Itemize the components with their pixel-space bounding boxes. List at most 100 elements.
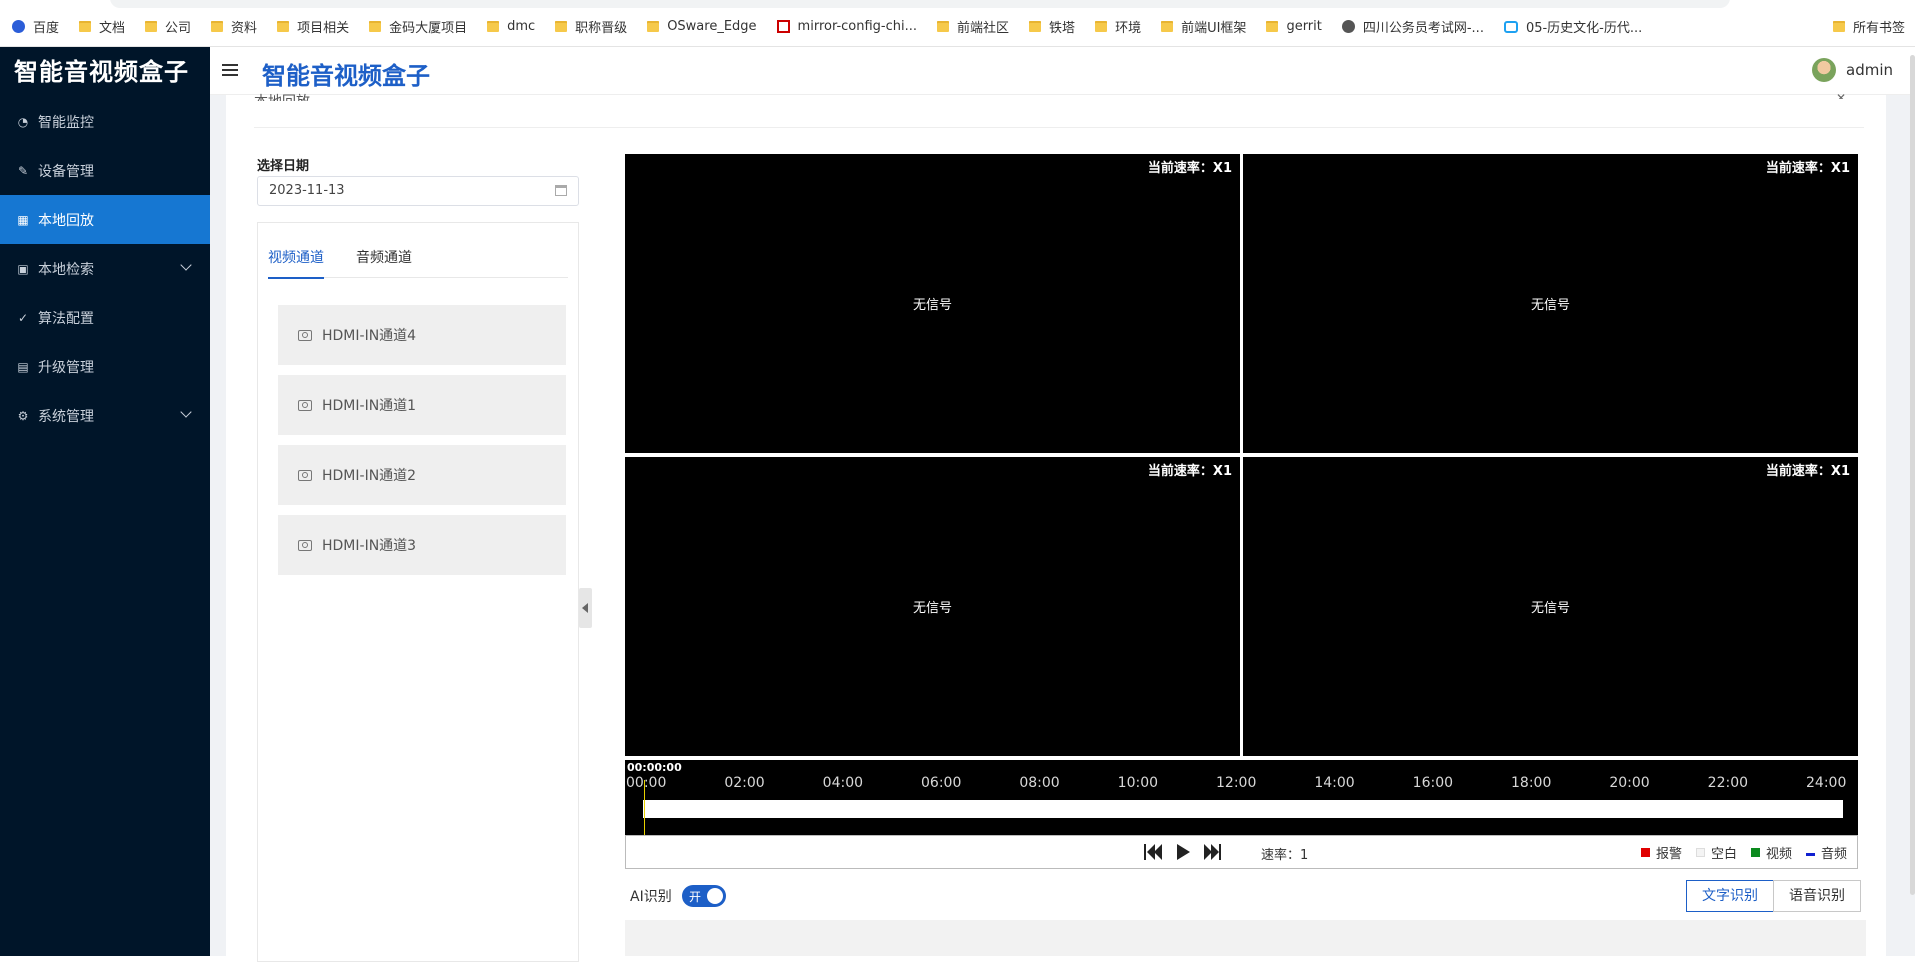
bookmark-item[interactable]: 05-历史文化-历代... xyxy=(1503,17,1643,36)
sidebar-item[interactable]: ✎ 设备管理 xyxy=(0,146,210,195)
playback-speed: 当前速率：X1 xyxy=(1765,161,1850,176)
channel-item[interactable]: HDMI-IN通道4 xyxy=(278,305,566,365)
bookmark-item[interactable]: 百度 xyxy=(12,17,59,36)
timeline-cursor[interactable] xyxy=(644,780,645,835)
video-player[interactable]: 当前速率：X1 无信号 xyxy=(625,457,1240,756)
folder-icon xyxy=(647,21,660,32)
channel-label: HDMI-IN通道1 xyxy=(322,398,417,414)
channel-tabs: 视频通道 音频通道 xyxy=(268,247,568,279)
timeline-track[interactable] xyxy=(643,800,1843,818)
rewind-button[interactable] xyxy=(1144,844,1164,860)
bookmark-item[interactable]: 前端社区 xyxy=(937,17,1009,36)
no-signal-text: 无信号 xyxy=(912,298,952,313)
playback-timeline[interactable]: 00:00:00 00:00 02:00 04:00 06:00 08:00 10:00 1… xyxy=(625,760,1858,835)
ai-recognition-switch[interactable]: 开 xyxy=(682,885,726,907)
legend-swatch xyxy=(1640,848,1650,857)
bookmark-label: 环境 xyxy=(1115,21,1142,36)
all-bookmarks-label: 所有书签 xyxy=(1852,21,1905,36)
rate-label: 速率： xyxy=(1261,848,1301,863)
timeline-legend: 报警 空白 视频 音频 xyxy=(1627,843,1847,862)
tab-audio-channels[interactable]: 音频通道 xyxy=(356,247,412,277)
folder-icon xyxy=(555,21,568,32)
page-scrollbar[interactable] xyxy=(1910,55,1915,895)
timeline-tick-label: 16:00 xyxy=(1412,775,1454,791)
timeline-tick-label: 14:00 xyxy=(1314,775,1355,791)
bookmark-label: 05-历史文化-历代... xyxy=(1525,21,1643,36)
bookmark-item[interactable]: mirror-config-chi... xyxy=(776,19,918,34)
sidebar-item[interactable]: ⚙ 系统管理 xyxy=(0,391,210,440)
channel-item[interactable]: HDMI-IN通道1 xyxy=(278,375,566,435)
check-circle-icon: ✓ xyxy=(17,310,29,325)
tv-icon xyxy=(1503,20,1518,33)
legend-item: 音频 xyxy=(1805,843,1847,862)
bookmark-label: 公司 xyxy=(165,21,192,36)
timeline-tick-label: 18:00 xyxy=(1511,775,1552,791)
bookmark-item[interactable]: 文档 xyxy=(79,17,125,36)
bookmark-label: 职称晋级 xyxy=(575,21,628,36)
sidebar-item-label: 算法配置 xyxy=(38,310,94,327)
text-recognition-button[interactable]: 文字识别 xyxy=(1686,880,1774,912)
rate-value: 1 xyxy=(1300,848,1309,863)
table-icon: ▦ xyxy=(17,212,29,227)
bookmark-item[interactable]: dmc xyxy=(487,19,535,34)
sidebar-item[interactable]: ◔ 智能监控 xyxy=(0,97,210,146)
playback-controls: 速率：1 报警 空白 视频 音频 xyxy=(625,835,1858,869)
date-picker-input[interactable]: 2023-11-13 xyxy=(257,176,579,206)
bookmark-item[interactable]: 项目相关 xyxy=(277,17,349,36)
bookmark-item[interactable]: OSware_Edge xyxy=(647,19,757,34)
date-label: 选择日期 xyxy=(257,159,310,174)
channel-item[interactable]: HDMI-IN通道2 xyxy=(278,445,566,505)
bookmark-label: mirror-config-chi... xyxy=(797,19,918,34)
sidebar-item[interactable]: ▣ 本地检索 xyxy=(0,244,210,293)
bookmark-item[interactable]: 金码大厦项目 xyxy=(369,17,467,36)
gear-icon: ⚙ xyxy=(17,408,29,423)
video-player[interactable]: 当前速率：X1 无信号 xyxy=(1243,154,1858,453)
calendar-icon xyxy=(555,185,567,196)
no-signal-text: 无信号 xyxy=(1530,601,1570,616)
bookmark-item[interactable]: 职称晋级 xyxy=(555,17,627,36)
menu-fold-icon[interactable] xyxy=(222,64,238,78)
sidebar-item[interactable]: ▦ 本地回放 xyxy=(0,195,210,244)
card-close-icon[interactable]: ✕ xyxy=(1836,91,1846,99)
bookmark-item[interactable]: 环境 xyxy=(1095,17,1141,36)
timeline-tick-label: 02:00 xyxy=(724,775,765,791)
sidebar-item[interactable]: ▤ 升级管理 xyxy=(0,342,210,391)
channel-panel: 视频通道 音频通道 HDMI-IN通道4 HDMI-IN通道1 HDMI-IN通… xyxy=(257,222,579,962)
bookmark-item[interactable]: 四川公务员考试网-... xyxy=(1341,17,1484,36)
panel-collapse-handle[interactable] xyxy=(579,588,592,628)
bookmark-label: 文档 xyxy=(99,21,126,36)
bookmark-label: 四川公务员考试网-... xyxy=(1362,21,1484,36)
speech-recognition-button[interactable]: 语音识别 xyxy=(1773,880,1861,912)
bookmark-label: 百度 xyxy=(33,21,60,36)
bookmark-item[interactable]: gerrit xyxy=(1266,19,1322,34)
bookmark-item[interactable]: 铁塔 xyxy=(1029,17,1075,36)
bookmark-item[interactable]: 公司 xyxy=(145,17,191,36)
legend-item: 视频 xyxy=(1750,843,1792,862)
avatar xyxy=(1812,58,1836,82)
app-logo: 智能音视频盒子 xyxy=(14,58,189,86)
folder-icon xyxy=(369,21,382,32)
paw-icon xyxy=(12,20,25,33)
bookmark-item[interactable]: 资料 xyxy=(211,17,257,36)
folder-icon xyxy=(937,21,950,32)
folder-icon xyxy=(1832,21,1845,32)
legend-swatch xyxy=(1805,853,1815,856)
page-title: 智能音视频盒子 xyxy=(262,62,430,90)
fast-forward-button[interactable] xyxy=(1204,844,1224,860)
bookmark-item[interactable]: 前端UI框架 xyxy=(1161,17,1246,36)
video-player[interactable]: 当前速率：X1 无信号 xyxy=(625,154,1240,453)
sidebar-item[interactable]: ✓ 算法配置 xyxy=(0,293,210,342)
video-grid: 当前速率：X1 无信号 当前速率：X1 无信号 当前速率：X1 无信号 当前速率… xyxy=(625,154,1858,758)
channel-item[interactable]: HDMI-IN通道3 xyxy=(278,515,566,575)
channel-label: HDMI-IN通道2 xyxy=(322,468,417,484)
camera-icon xyxy=(298,399,312,411)
all-bookmarks-button[interactable]: 所有书签 xyxy=(1832,17,1905,36)
bookmark-label: 资料 xyxy=(231,21,258,36)
tab-video-channels[interactable]: 视频通道 xyxy=(268,247,324,279)
sidebar-item-label: 智能监控 xyxy=(38,114,94,131)
play-button[interactable] xyxy=(1175,844,1195,860)
sidebar-item-label: 本地回放 xyxy=(38,212,94,229)
timeline-tick-label: 06:00 xyxy=(921,775,962,791)
user-menu[interactable]: admin xyxy=(1812,58,1893,82)
video-player[interactable]: 当前速率：X1 无信号 xyxy=(1243,457,1858,756)
